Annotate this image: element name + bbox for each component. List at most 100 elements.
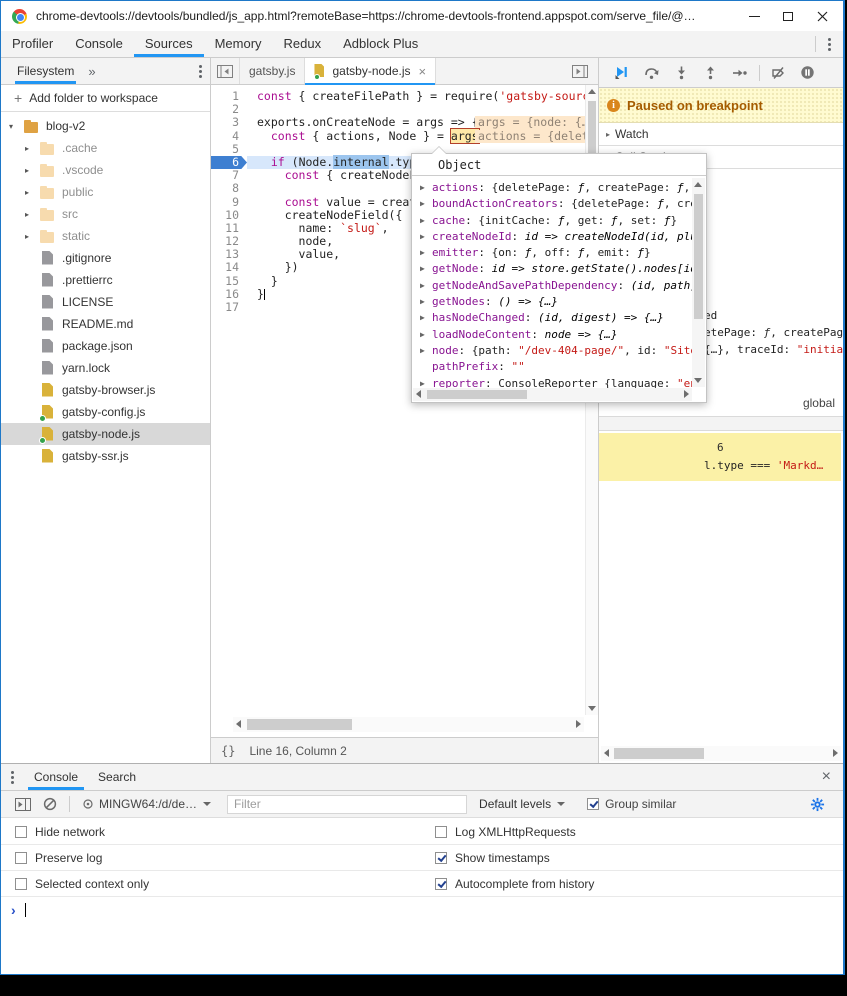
tab-filesystem[interactable]: Filesystem (15, 58, 76, 84)
debugger-horizontal-scrollbar[interactable] (601, 746, 841, 761)
breakpoint-entry[interactable]: 6 l.type === 'Markd… (599, 433, 841, 481)
object-property-emitter[interactable]: ▶emitter: {on: ƒ, off: ƒ, emit: ƒ} (412, 245, 692, 261)
tree-item-static[interactable]: ▸static (1, 225, 210, 247)
tree-item-yarn.lock[interactable]: yarn.lock (1, 357, 210, 379)
tab-search[interactable]: Search (88, 764, 146, 790)
step-into-icon[interactable] (667, 65, 696, 80)
line-number[interactable]: 9 (211, 196, 247, 209)
resume-icon[interactable] (607, 65, 637, 80)
step-over-icon[interactable] (637, 66, 667, 80)
tree-expand-icon[interactable]: ▸ (25, 144, 39, 153)
section-watch[interactable]: ▸ Watch (599, 123, 843, 146)
object-property-actions[interactable]: ▶actions: {deletePage: ƒ, createPage: ƒ, (412, 180, 692, 196)
checkbox[interactable] (15, 852, 27, 864)
popover-horizontal-scrollbar[interactable] (413, 388, 692, 401)
tree-expand-icon[interactable]: ▸ (25, 188, 39, 197)
tree-item-gatsby-node.js[interactable]: gatsby-node.js (1, 423, 210, 445)
minimize-button[interactable] (737, 2, 771, 30)
object-property-createNodeId[interactable]: ▶createNodeId: id => createNodeId(id, pl… (412, 229, 692, 245)
tree-item-dot-cache[interactable]: ▸.cache (1, 137, 210, 159)
tab-overflow-icon[interactable]: » (88, 64, 95, 79)
expand-icon[interactable]: ▶ (420, 278, 432, 294)
setting-preserve-log[interactable]: Preserve log (1, 851, 435, 865)
tab-profiler[interactable]: Profiler (1, 31, 64, 57)
setting-show-timestamps[interactable]: Show timestamps (435, 851, 550, 865)
tab-adblock-plus[interactable]: Adblock Plus (332, 31, 429, 57)
expand-icon[interactable]: ▶ (420, 245, 432, 261)
tree-item-src[interactable]: ▸src (1, 203, 210, 225)
expand-icon[interactable]: ▶ (420, 376, 432, 388)
checkbox[interactable] (15, 826, 27, 838)
editor-tab-gatsby-js[interactable]: gatsby.js (240, 58, 305, 84)
tree-item-gatsby-ssr.js[interactable]: gatsby-ssr.js (1, 445, 210, 467)
object-property-pathPrefix[interactable]: pathPrefix: "" (412, 359, 692, 375)
clear-console-icon[interactable] (37, 797, 63, 811)
setting-autocomplete-from-history[interactable]: Autocomplete from history (435, 877, 594, 891)
checkbox[interactable] (587, 798, 599, 810)
line-number[interactable]: 17 (211, 301, 247, 314)
line-number[interactable]: 3 (211, 116, 247, 129)
tab-console[interactable]: Console (64, 31, 134, 57)
line-number[interactable]: 15 (211, 275, 247, 288)
tab-redux[interactable]: Redux (273, 31, 333, 57)
setting-log-xmlhttprequests[interactable]: Log XMLHttpRequests (435, 825, 576, 839)
tab-console[interactable]: Console (24, 764, 88, 790)
close-drawer-icon[interactable]: × (810, 768, 843, 786)
close-button[interactable] (805, 2, 839, 30)
tree-expand-icon[interactable]: ▸ (25, 166, 39, 175)
tree-item-package.json[interactable]: package.json (1, 335, 210, 357)
checkbox[interactable] (435, 826, 447, 838)
collapse-navigator-icon[interactable] (211, 58, 240, 84)
tree-item-LICENSE[interactable]: LICENSE (1, 291, 210, 313)
line-number[interactable]: 10 (211, 209, 247, 222)
line-number[interactable]: 5 (211, 143, 247, 156)
setting-selected-context-only[interactable]: Selected context only (1, 877, 435, 891)
tree-item-dot-vscode[interactable]: ▸.vscode (1, 159, 210, 181)
step-icon[interactable] (725, 66, 755, 80)
javascript-context-select[interactable]: MINGW64:/d/de… (82, 797, 211, 811)
execution-line-marker[interactable]: 6 (211, 156, 247, 169)
close-tab-icon[interactable]: × (419, 64, 427, 79)
expand-icon[interactable]: ▶ (420, 294, 432, 310)
code-line-1[interactable]: 1const { createFilePath } = require('gat… (211, 90, 598, 103)
checkbox[interactable] (435, 878, 447, 890)
line-number[interactable]: 4 (211, 130, 247, 143)
editor-horizontal-scrollbar[interactable] (233, 717, 584, 732)
line-number[interactable]: 14 (211, 261, 247, 274)
expand-debugger-icon[interactable] (566, 58, 594, 84)
expand-icon[interactable]: ▶ (420, 310, 432, 326)
code-line-4[interactable]: 4 const { actions, Node } = argsactions … (211, 130, 598, 143)
more-options-icon[interactable] (816, 38, 843, 51)
line-number[interactable]: 2 (211, 103, 247, 116)
step-out-icon[interactable] (696, 65, 725, 80)
line-number[interactable]: 8 (211, 182, 247, 195)
object-property-getNodes[interactable]: ▶getNodes: () => {…} (412, 294, 692, 310)
tree-item-blog-v2[interactable]: ▾blog-v2 (1, 115, 210, 137)
drawer-menu-icon[interactable] (1, 771, 24, 784)
console-settings-gear-icon[interactable] (804, 797, 831, 812)
object-property-hasNodeChanged[interactable]: ▶hasNodeChanged: (id, digest) => {…} (412, 310, 692, 326)
object-property-node[interactable]: ▶node: {path: "/dev-404-page/", id: "Sit… (412, 343, 692, 359)
tree-item-dot-gitignore[interactable]: .gitignore (1, 247, 210, 269)
pretty-print-icon[interactable]: {} (221, 744, 235, 758)
tree-expand-icon[interactable]: ▾ (9, 122, 23, 131)
show-console-sidebar-icon[interactable] (9, 798, 37, 811)
expand-icon[interactable]: ▶ (420, 327, 432, 343)
tree-expand-icon[interactable]: ▸ (25, 210, 39, 219)
object-property-reporter[interactable]: ▶reporter: ConsoleReporter {language: "e… (412, 376, 692, 388)
tree-item-gatsby-browser.js[interactable]: gatsby-browser.js (1, 379, 210, 401)
expand-icon[interactable]: ▶ (420, 196, 432, 212)
expand-icon[interactable]: ▶ (420, 213, 432, 229)
deactivate-breakpoints-icon[interactable] (764, 66, 793, 80)
object-property-getNode[interactable]: ▶getNode: id => store.getState().nodes[i… (412, 261, 692, 277)
add-folder-button[interactable]: + Add folder to workspace (1, 85, 210, 112)
tree-expand-icon[interactable]: ▸ (25, 232, 39, 241)
checkbox[interactable] (435, 852, 447, 864)
navigator-menu-icon[interactable] (191, 65, 210, 78)
filter-input[interactable] (227, 795, 467, 814)
tab-sources[interactable]: Sources (134, 31, 204, 57)
line-number[interactable]: 1 (211, 90, 247, 103)
popover-vertical-scrollbar[interactable] (692, 178, 705, 387)
line-number[interactable]: 7 (211, 169, 247, 182)
pause-on-exceptions-icon[interactable] (793, 65, 822, 80)
